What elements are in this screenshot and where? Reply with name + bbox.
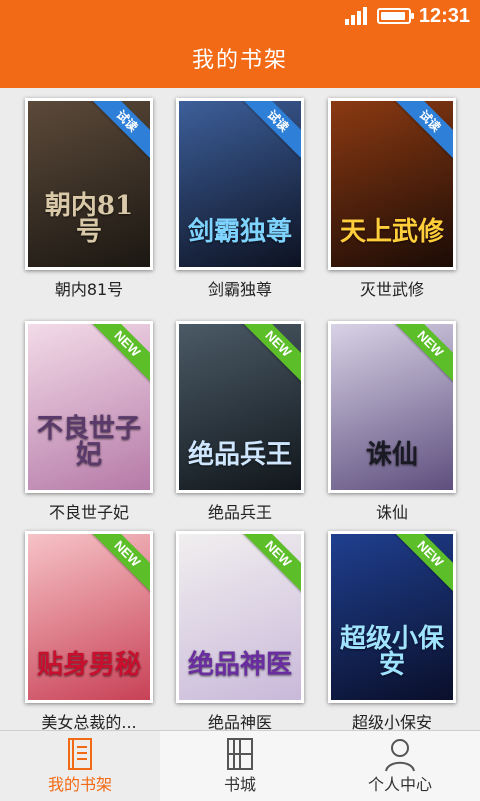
cover-title: 剑霸独尊: [187, 217, 292, 247]
tab-label: 书城: [223, 775, 256, 794]
book-cover[interactable]: 绝品神医 NEW: [176, 531, 304, 703]
battery-icon: [376, 8, 414, 24]
cover-title: 朝内81号: [44, 191, 134, 247]
book-card[interactable]: 超级小保安 NEW 超级小保安: [328, 526, 480, 730]
book-card[interactable]: 不良世子妃 NEW 不良世子妃: [25, 316, 177, 531]
book-cover[interactable]: 超级小保安 NEW: [328, 531, 456, 703]
status-icons: 12:31: [344, 4, 470, 27]
book-cover[interactable]: 朝内81号 试读: [25, 98, 153, 270]
book-title[interactable]: 灭世武修: [328, 276, 456, 300]
book-cover[interactable]: 天上武修 试读: [328, 98, 456, 270]
book-title[interactable]: 绝品兵王: [176, 499, 304, 523]
book-card[interactable]: 天上武修 试读 灭世武修: [328, 93, 480, 308]
bottom-tab-bar: 我的书架 书城 个人中心: [0, 730, 480, 801]
book-card[interactable]: 剑霸独尊 试读 剑霸独尊: [176, 93, 328, 308]
book-cover[interactable]: 剑霸独尊 试读: [176, 98, 304, 270]
cover-title: 绝品兵王: [187, 440, 292, 470]
status-bar: 12:31: [0, 0, 480, 33]
cover-title: 超级小保安: [339, 624, 444, 680]
book-title[interactable]: 美女总裁的...: [25, 709, 153, 730]
book-cover[interactable]: 贴身男秘 NEW: [25, 531, 153, 703]
tab-bookstore[interactable]: 书城: [160, 731, 320, 801]
book-card[interactable]: 绝品兵王 NEW 绝品兵王: [176, 316, 328, 531]
tab-label: 我的书架: [47, 775, 112, 794]
book-cover[interactable]: 绝品兵王 NEW: [176, 321, 304, 493]
book-title[interactable]: 超级小保安: [328, 709, 456, 730]
cover-title: 贴身男秘: [36, 650, 141, 680]
book-title[interactable]: 不良世子妃: [25, 499, 153, 523]
status-time: 12:31: [418, 4, 470, 27]
book-title[interactable]: 诛仙: [328, 499, 456, 523]
cover-title: 天上武修: [339, 217, 444, 247]
book-title[interactable]: 剑霸独尊: [176, 276, 304, 300]
bookshelf-grid: 朝内81号 试读 朝内81号 剑霸独尊 试读 剑霸独尊 天上武修 试读 灭世武修…: [0, 88, 480, 730]
book-card[interactable]: 绝品神医 NEW 绝品神医: [176, 526, 328, 730]
tab-bookshelf[interactable]: 我的书架: [0, 731, 160, 801]
cover-title: 不良世子妃: [36, 414, 141, 470]
cover-title: 绝品神医: [187, 650, 292, 680]
tab-profile[interactable]: 个人中心: [320, 731, 480, 801]
cover-title: 诛仙: [365, 440, 418, 470]
page-title: 我的书架: [0, 33, 480, 88]
tab-label: 个人中心: [367, 775, 432, 794]
book-title[interactable]: 绝品神医: [176, 709, 304, 730]
book-card[interactable]: 贴身男秘 NEW 美女总裁的...: [25, 526, 177, 730]
signal-icon: [344, 7, 369, 25]
book-card[interactable]: 朝内81号 试读 朝内81号: [25, 93, 177, 308]
book-cover[interactable]: 不良世子妃 NEW: [25, 321, 153, 493]
book-cover[interactable]: 诛仙 NEW: [328, 321, 456, 493]
book-card[interactable]: 诛仙 NEW 诛仙: [328, 316, 480, 531]
book-title[interactable]: 朝内81号: [25, 276, 153, 300]
